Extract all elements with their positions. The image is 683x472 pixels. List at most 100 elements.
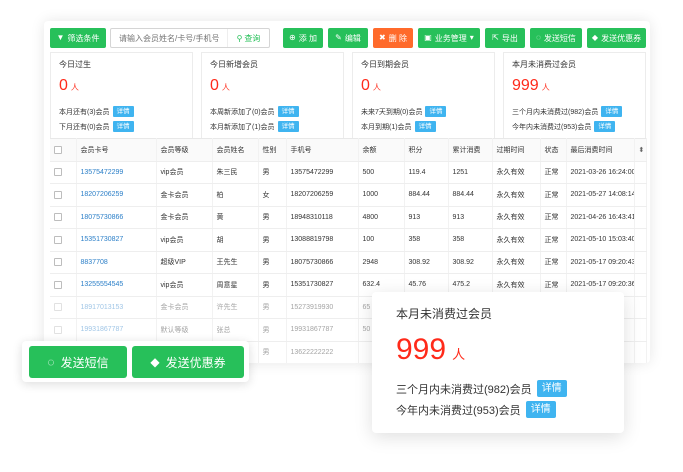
stat-value: 0人 xyxy=(59,77,79,94)
float-detail-tag[interactable]: 详情 xyxy=(536,380,567,397)
table-cell: 柏 xyxy=(212,183,259,207)
table-row[interactable]: 8837708 超级VIP 王先生男 18075730866 2948 308.92 308… xyxy=(50,251,647,274)
filter-button[interactable]: ▼ 筛选条件 xyxy=(50,28,106,48)
row-pad-cell xyxy=(634,273,647,297)
column-header[interactable]: 会员等级 xyxy=(156,138,213,162)
member-card-link[interactable]: 13575472299 xyxy=(76,161,157,184)
stat-title: 今日新增会员 xyxy=(210,60,258,69)
row-checkbox[interactable] xyxy=(54,258,62,267)
table-cell: 周意星 xyxy=(212,273,259,297)
detail-tag[interactable]: 详情 xyxy=(601,106,623,117)
column-header[interactable]: 积分 xyxy=(404,138,449,162)
table-row[interactable]: 13575472299 vip会员 朱三民男 13575472299 500 119.4 1… xyxy=(50,161,647,184)
delete-button[interactable]: ✖ 删 除 xyxy=(373,28,413,48)
filter-label: 筛选条件 xyxy=(67,33,100,43)
table-cell: 女 xyxy=(258,183,287,207)
row-select-cell xyxy=(50,228,77,252)
table-cell: 1251 xyxy=(448,161,493,184)
caret-down-icon: ▾ xyxy=(469,33,474,42)
table-cell: 男 xyxy=(258,341,287,363)
table-cell: 男 xyxy=(258,251,287,274)
detail-tag[interactable]: 详情 xyxy=(277,121,299,132)
row-pad-cell xyxy=(634,183,647,207)
row-checkbox[interactable] xyxy=(54,168,62,177)
row-checkbox[interactable] xyxy=(54,303,62,312)
stat-line: 本月还有(3)会员 详情 xyxy=(59,106,184,117)
export-icon: ⇱ xyxy=(492,33,499,42)
table-cell: 358 xyxy=(448,228,493,252)
row-select-cell xyxy=(50,296,77,319)
float-send-sms-button[interactable]: ◌ 发送短信 xyxy=(29,346,127,378)
business-label: 业务管理 xyxy=(434,33,467,43)
table-cell: vip会员 xyxy=(156,273,213,297)
detail-tag[interactable]: 详情 xyxy=(277,106,299,117)
column-header[interactable]: 最后消费时间 xyxy=(566,138,635,162)
toolbar: ▼ 筛选条件 ⚲ 查询 ⊕ 添 加 ✎ 编辑 ✖ 删 除 ▣ 业务管理 ▾ xyxy=(50,28,646,50)
search-input[interactable] xyxy=(111,29,229,47)
tag-icon: ◆ xyxy=(591,33,599,42)
send-coupon-button[interactable]: ◆ 发送优惠券 xyxy=(587,28,646,48)
row-checkbox[interactable] xyxy=(54,213,62,222)
select-all-cell xyxy=(50,138,77,162)
table-cell: 金卡会员 xyxy=(156,183,213,207)
row-pad-cell xyxy=(634,161,647,184)
sort-icon[interactable]: ⬍ xyxy=(639,147,645,154)
add-button[interactable]: ⊕ 添 加 xyxy=(283,28,323,48)
stat-line: 本月到期(1)会员 详情 xyxy=(361,121,486,132)
table-row[interactable]: 18207206259 金卡会员柏女 18207206259 1000 884.44 88… xyxy=(50,183,647,207)
table-cell: 永久有效 xyxy=(492,251,541,274)
float-detail-tag[interactable]: 详情 xyxy=(525,401,556,418)
stats-row: 今日过生 0人 本月还有(3)会员 详情 下月还有(0)会员 详情 今日新增会员 0… xyxy=(50,52,646,152)
column-header[interactable]: 会员姓名 xyxy=(212,138,259,162)
detail-tag[interactable]: 详情 xyxy=(425,106,447,117)
float-coupon-label: 发送优惠券 xyxy=(165,355,226,370)
table-cell: 15351730827 xyxy=(286,273,359,297)
table-cell: 913 xyxy=(404,206,449,229)
member-card-link[interactable]: 15351730827 xyxy=(76,228,157,252)
business-menu-button[interactable]: ▣ 业务管理 ▾ xyxy=(418,28,480,48)
table-cell: 金卡会员 xyxy=(156,206,213,229)
row-checkbox[interactable] xyxy=(54,190,62,199)
column-header[interactable]: 状态 xyxy=(540,138,567,162)
member-card-link[interactable]: 13255554545 xyxy=(76,273,157,297)
float-send-coupon-button[interactable]: ◆ 发送优惠券 xyxy=(132,346,244,378)
table-row[interactable]: 15351730827 vip会员胡男 13088819798 100 358 358 永久… xyxy=(50,228,647,252)
stat-card-new-members: 今日新增会员 0人 本周新添加了(0)会员 详情 本月新添加了(1)会员 详情 xyxy=(201,52,344,152)
send-sms-button[interactable]: ◌ 发送短信 xyxy=(530,28,582,48)
search-button[interactable]: ⚲ 查询 xyxy=(227,29,269,47)
stat-card-expiring: 今日到期会员 0人 未来7天到期(0)会员 详情 本月到期(1)会员 详情 xyxy=(352,52,495,152)
stat-line: 今年内未消费过(953)会员 详情 xyxy=(512,121,637,132)
row-checkbox[interactable] xyxy=(54,235,62,244)
row-checkbox[interactable] xyxy=(54,280,62,289)
table-cell: 15273919930 xyxy=(286,296,359,319)
table-cell: 黄 xyxy=(212,206,259,229)
table-cell: 正常 xyxy=(540,161,567,184)
detail-tag[interactable]: 详情 xyxy=(594,121,616,132)
column-header[interactable]: 累计消费 xyxy=(448,138,493,162)
column-header[interactable]: 过期时间 xyxy=(492,138,541,162)
member-card-link[interactable]: 18075730866 xyxy=(76,206,157,229)
table-row[interactable]: 18075730866 金卡会员黄男 18948310118 4800 913 913 永久… xyxy=(50,206,647,229)
stat-line: 本周新添加了(0)会员 详情 xyxy=(210,106,335,117)
export-button[interactable]: ⇱ 导出 xyxy=(485,28,525,48)
member-card-link[interactable]: 19931867787 xyxy=(76,318,157,342)
coupon-label: 发送优惠券 xyxy=(601,33,642,43)
member-card-link[interactable]: 18207206259 xyxy=(76,183,157,207)
column-header[interactable]: 手机号 xyxy=(286,138,359,162)
column-header[interactable]: 会员卡号 xyxy=(76,138,157,162)
member-card-link[interactable]: 18917013153 xyxy=(76,296,157,319)
column-header[interactable]: 余额 xyxy=(358,138,405,162)
detail-tag[interactable]: 详情 xyxy=(414,121,436,132)
stat-title: 本月未消费过会员 xyxy=(512,60,576,69)
member-card-link[interactable]: 8837708 xyxy=(76,251,157,274)
detail-tag[interactable]: 详情 xyxy=(112,121,134,132)
table-cell: 男 xyxy=(258,296,287,319)
detail-tag[interactable]: 详情 xyxy=(112,106,134,117)
edit-button[interactable]: ✎ 编辑 xyxy=(328,28,368,48)
column-header[interactable]: 性别 xyxy=(258,138,287,162)
row-checkbox[interactable] xyxy=(54,325,62,334)
table-cell: 朱三民 xyxy=(212,161,259,184)
stat-value: 0人 xyxy=(210,77,230,94)
table-cell: 2021-05-17 09:20:43 xyxy=(566,251,635,274)
select-all-checkbox[interactable] xyxy=(54,145,62,154)
